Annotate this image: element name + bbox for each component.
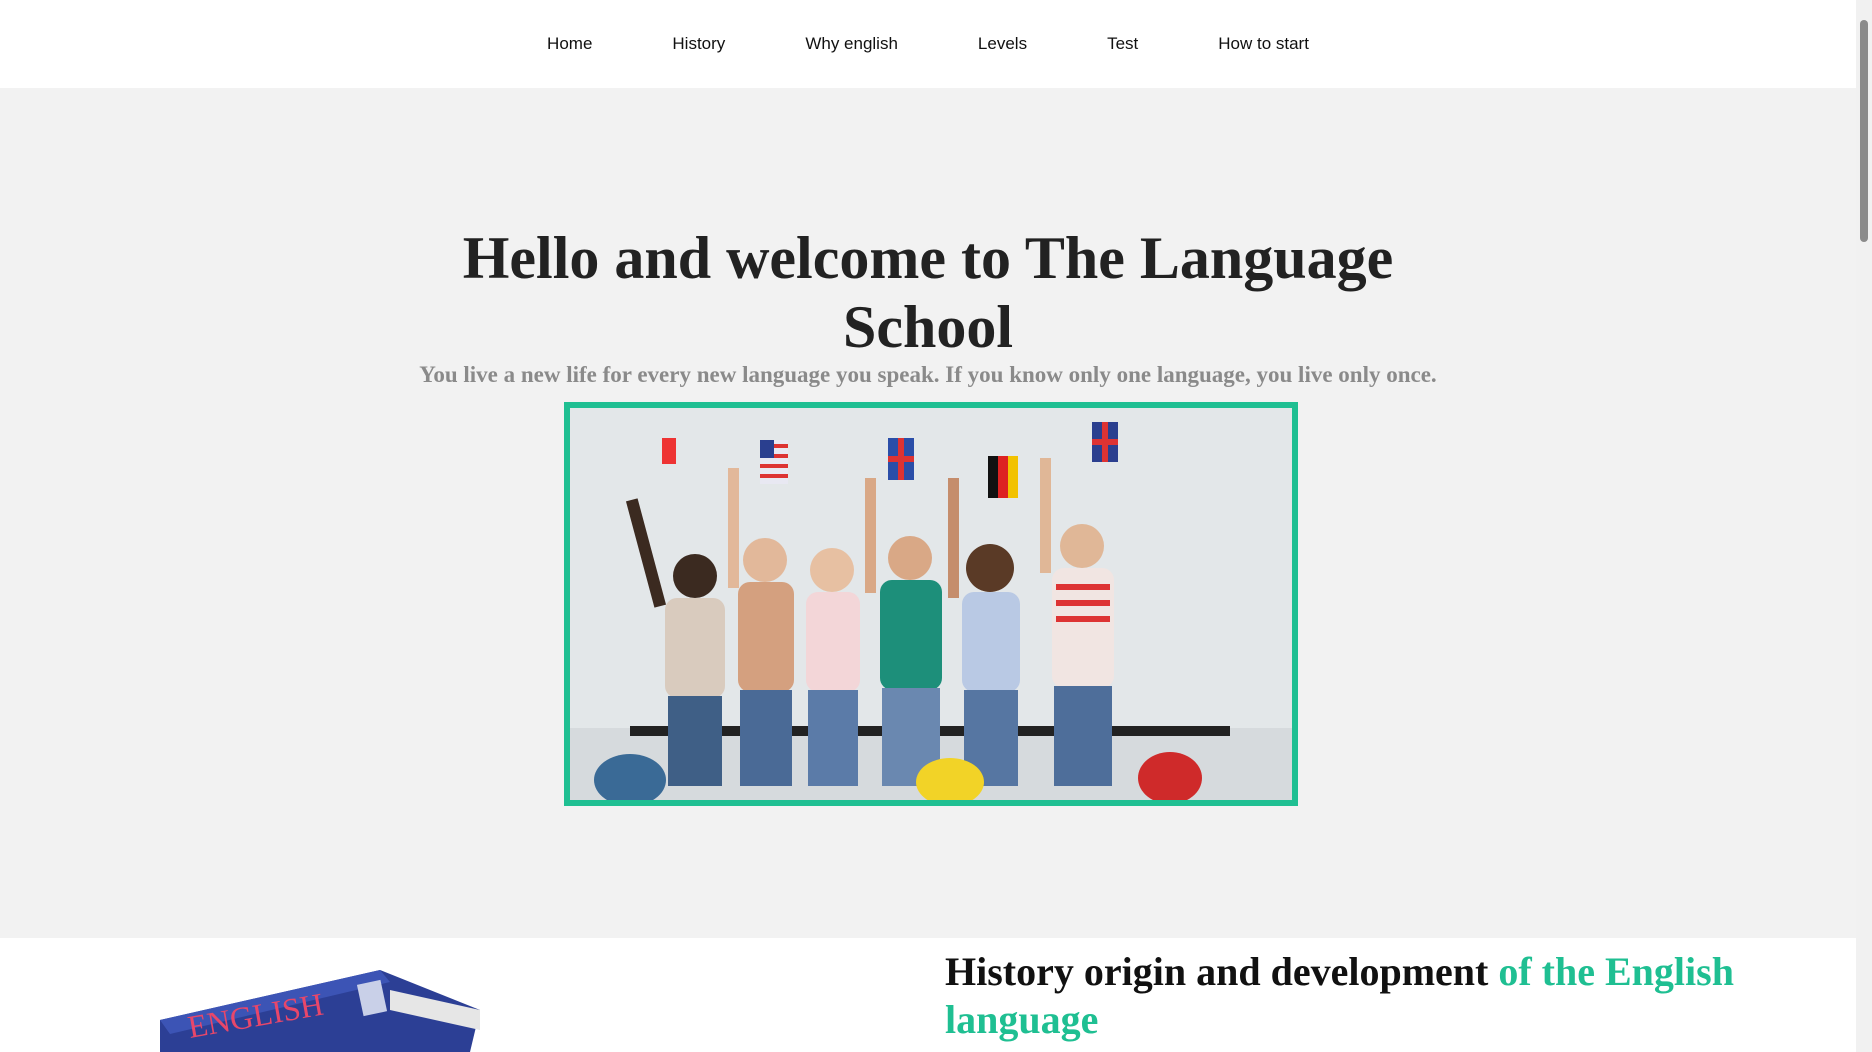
english-books-image: ENGLISH [160,970,480,1052]
nav-test[interactable]: Test [1067,4,1178,84]
nav-history[interactable]: History [632,4,765,84]
nav-menu: Home History Why english Levels Test How… [507,4,1349,84]
students-photo-illustration [570,408,1292,800]
hero-section: Hello and welcome to The Language School… [0,88,1856,938]
hero-title: Hello and welcome to The Language School [462,225,1394,360]
scrollbar-thumb[interactable] [1860,20,1868,242]
nav-levels[interactable]: Levels [938,4,1067,84]
nav-why-english[interactable]: Why english [765,4,938,84]
hero-quote: You live a new life for every new langua… [419,362,1437,387]
top-navigation: Home History Why english Levels Test How… [0,0,1856,88]
history-heading: History origin and development of the En… [945,948,1825,1044]
students-with-flags-image [564,402,1298,806]
history-title-main: History origin and development [945,949,1489,994]
page-scrollbar[interactable] [1856,0,1872,1052]
nav-how-to-start[interactable]: How to start [1178,4,1349,84]
history-section: ENGLISH History origin and development o… [0,938,1856,1052]
nav-home[interactable]: Home [507,4,632,84]
